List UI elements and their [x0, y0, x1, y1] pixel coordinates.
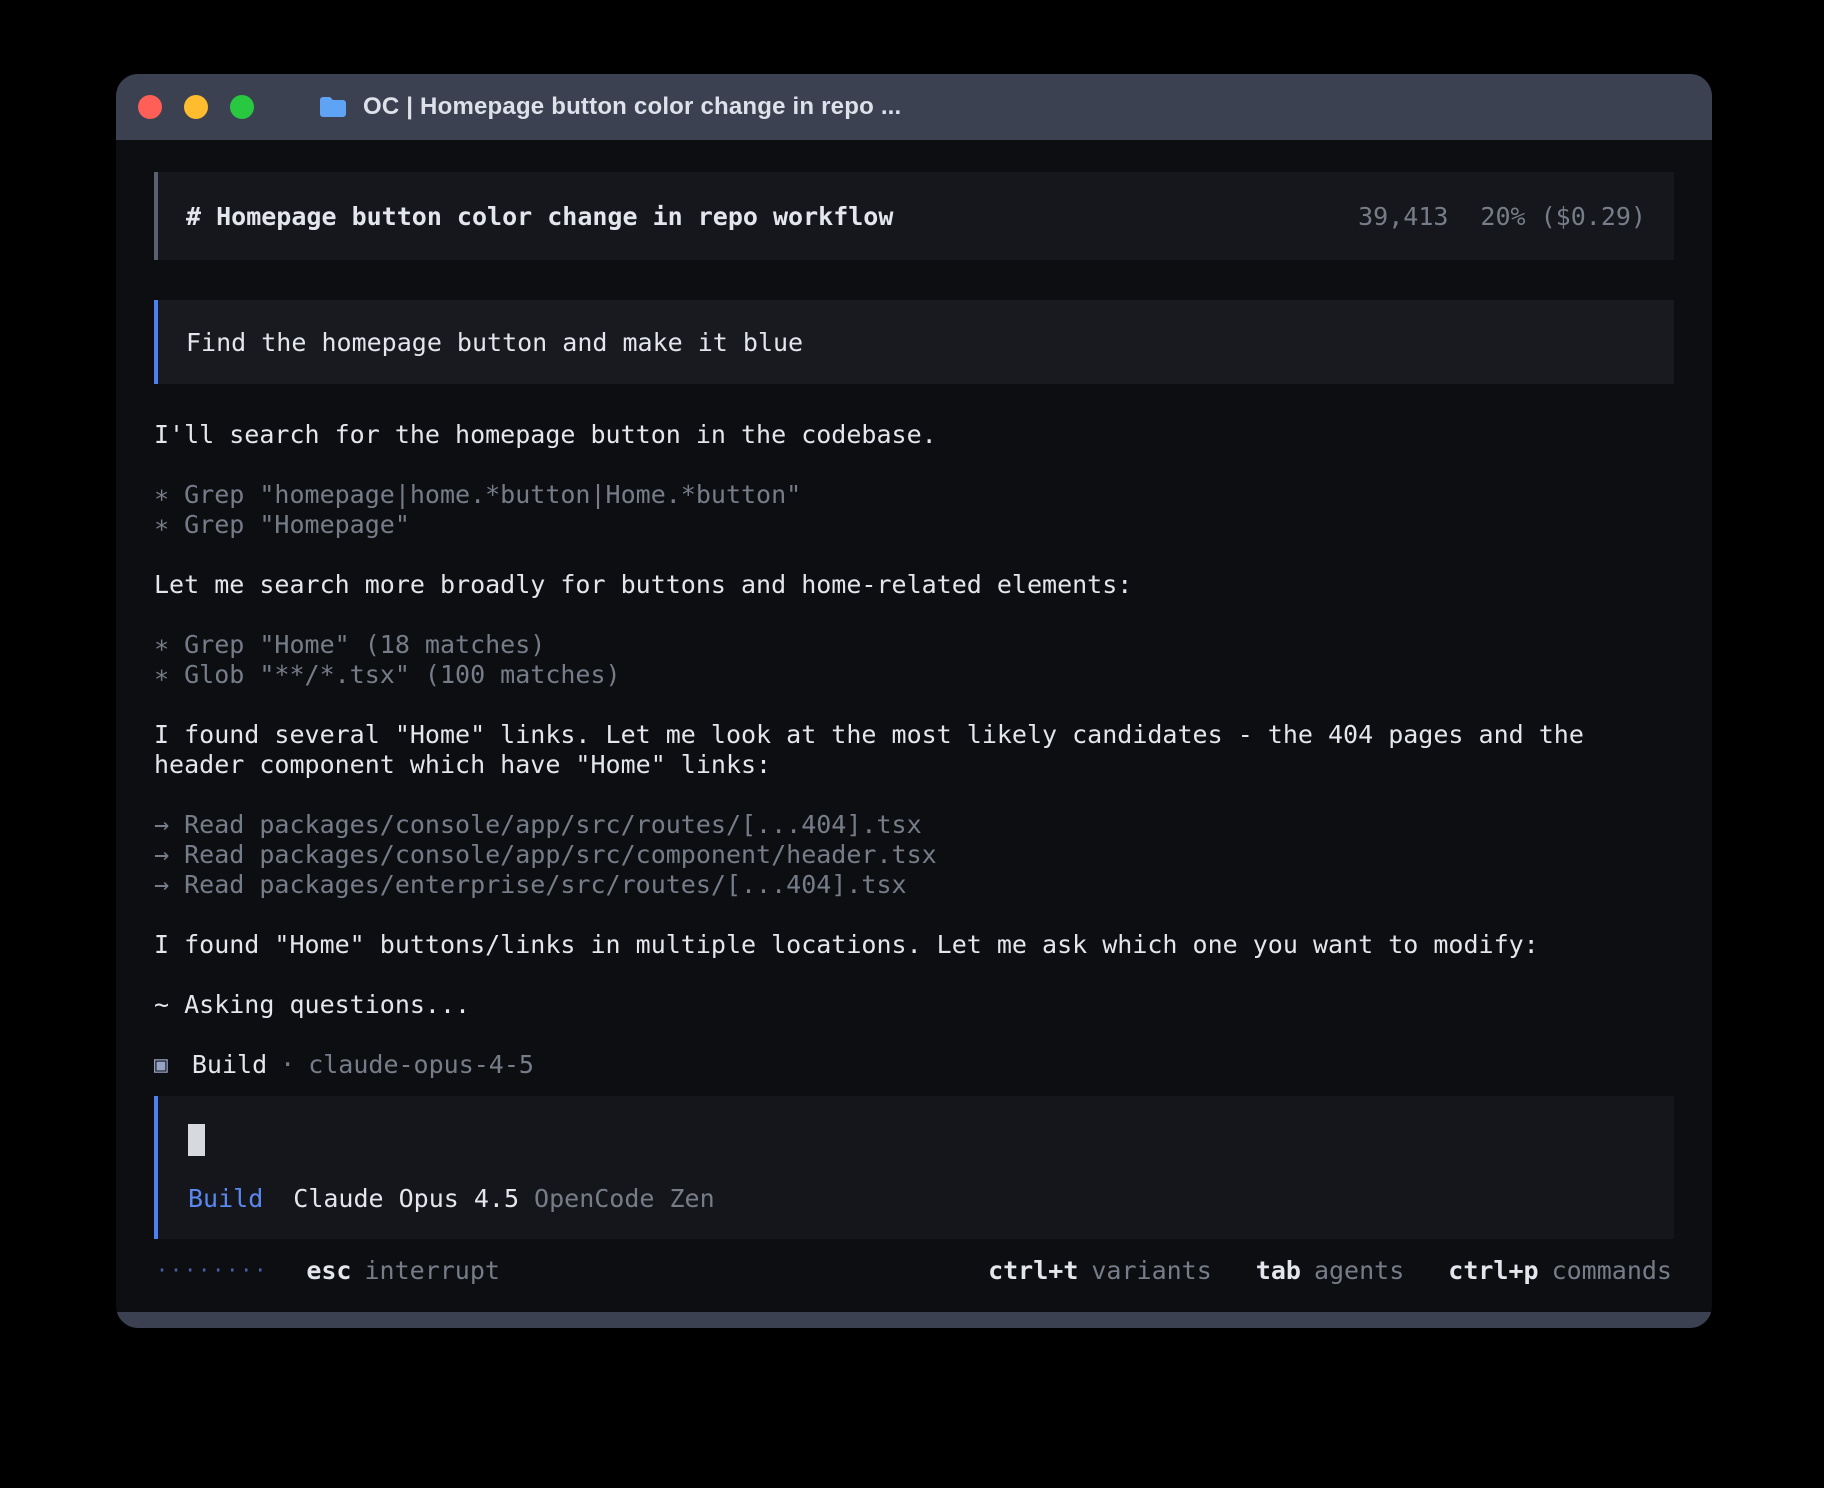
blank-line — [154, 600, 1674, 630]
status-separator: · — [280, 1050, 295, 1080]
status-bar-right: ctrl+t variants tab agents ctrl+p comman… — [944, 1256, 1672, 1285]
assistant-text-line: ~ Asking questions... — [154, 990, 1674, 1020]
assistant-text-line: Let me search more broadly for buttons a… — [154, 570, 1674, 600]
tool-call-line: ∗ Grep "homepage|home.*button|Home.*butt… — [154, 480, 1674, 510]
shortcut-label: commands — [1552, 1256, 1672, 1285]
blank-line — [154, 900, 1674, 930]
user-message-text: Find the homepage button and make it blu… — [186, 328, 803, 357]
agent-icon: ▣ — [154, 1050, 168, 1080]
blank-line — [154, 960, 1674, 990]
shortcut-label: interrupt — [364, 1256, 499, 1285]
model-label: Claude Opus 4.5 — [293, 1184, 519, 1213]
provider-label: OpenCode Zen — [534, 1184, 715, 1213]
window-titlebar[interactable]: OC | Homepage button color change in rep… — [116, 74, 1712, 140]
blank-line — [154, 690, 1674, 720]
tool-call-line: → Read packages/console/app/src/routes/[… — [154, 810, 1674, 840]
assistant-text-line: I found several "Home" links. Let me loo… — [154, 720, 1674, 780]
user-message: Find the homepage button and make it blu… — [154, 300, 1674, 384]
spinner-dots: ········ — [156, 1258, 268, 1282]
shortcut-interrupt: esc interrupt — [306, 1256, 500, 1285]
folder-icon — [318, 95, 348, 119]
shortcut-key: ctrl+p — [1448, 1256, 1538, 1285]
terminal-window: OC | Homepage button color change in rep… — [116, 74, 1712, 1328]
tool-call-line: ∗ Glob "**/*.tsx" (100 matches) — [154, 660, 1674, 690]
tool-call-line: → Read packages/console/app/src/componen… — [154, 840, 1674, 870]
status-bar-left: ········ esc interrupt — [156, 1256, 500, 1285]
shortcut-variants: ctrl+t variants — [988, 1256, 1212, 1285]
tool-call-line: ∗ Grep "Home" (18 matches) — [154, 630, 1674, 660]
shortcut-key: esc — [306, 1256, 351, 1285]
traffic-lights — [138, 95, 254, 119]
status-bar: ········ esc interrupt ctrl+t variants t… — [154, 1251, 1674, 1289]
blank-line — [154, 780, 1674, 810]
close-button[interactable] — [138, 95, 162, 119]
zoom-button[interactable] — [230, 95, 254, 119]
minimize-button[interactable] — [184, 95, 208, 119]
assistant-text-line: I found "Home" buttons/links in multiple… — [154, 930, 1674, 960]
window-title: OC | Homepage button color change in rep… — [363, 93, 901, 121]
mode-label: Build — [188, 1184, 263, 1213]
session-header: # Homepage button color change in repo w… — [154, 172, 1674, 260]
shortcut-key: tab — [1256, 1256, 1301, 1285]
window-bottom-edge — [116, 1312, 1712, 1328]
shortcut-commands: ctrl+p commands — [1448, 1256, 1672, 1285]
window-title-group: OC | Homepage button color change in rep… — [318, 93, 901, 121]
session-content: # Homepage button color change in repo w… — [116, 140, 1712, 1289]
context-usage: 20% ($0.29) — [1480, 202, 1646, 231]
agent-name: Build — [192, 1050, 267, 1080]
shortcut-label: agents — [1314, 1256, 1404, 1285]
token-count: 39,413 — [1358, 202, 1448, 231]
blank-line — [154, 540, 1674, 570]
tool-call-line: ∗ Grep "Homepage" — [154, 510, 1674, 540]
shortcut-label: variants — [1091, 1256, 1211, 1285]
prompt-input[interactable]: Build Claude Opus 4.5 OpenCode Zen — [154, 1096, 1674, 1239]
session-title: # Homepage button color change in repo w… — [186, 202, 893, 231]
input-meta: Build Claude Opus 4.5 OpenCode Zen — [188, 1184, 1644, 1213]
session-stats: 39,413 20% ($0.29) — [1358, 202, 1646, 231]
text-cursor — [188, 1124, 205, 1156]
blank-line — [154, 450, 1674, 480]
tool-call-line: → Read packages/enterprise/src/routes/[.… — [154, 870, 1674, 900]
assistant-transcript: I'll search for the homepage button in t… — [154, 420, 1674, 1020]
agent-status-row: ▣ Build · claude-opus-4-5 — [154, 1050, 1674, 1080]
shortcut-key: ctrl+t — [988, 1256, 1078, 1285]
shortcut-agents: tab agents — [1256, 1256, 1404, 1285]
agent-model: claude-opus-4-5 — [308, 1050, 534, 1080]
assistant-text-line: I'll search for the homepage button in t… — [154, 420, 1674, 450]
